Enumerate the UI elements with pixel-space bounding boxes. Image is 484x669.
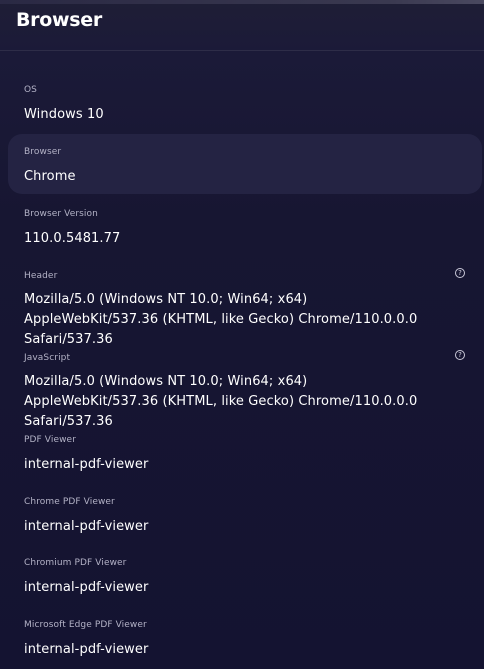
field-label: Browser bbox=[24, 147, 62, 157]
field-label: OS bbox=[24, 85, 37, 95]
field-value: internal-pdf-viewer bbox=[24, 457, 149, 472]
field-chrome-pdf-viewer: Chrome PDF Viewer internal-pdf-viewer bbox=[8, 496, 482, 537]
field-value: Mozilla/5.0 (Windows NT 10.0; Win64; x64… bbox=[24, 292, 418, 347]
field-value: Chrome bbox=[24, 169, 76, 184]
field-label: PDF Viewer bbox=[24, 435, 76, 445]
field-browser-version: Browser Version 110.0.5481.77 bbox=[8, 208, 482, 249]
field-value: internal-pdf-viewer bbox=[24, 519, 149, 534]
field-header: Header ? Mozilla/5.0 (Windows NT 10.0; W… bbox=[8, 268, 482, 350]
field-os: OS Windows 10 bbox=[8, 84, 482, 125]
field-label: Header bbox=[24, 271, 58, 281]
field-javascript: JavaScript ? Mozilla/5.0 (Windows NT 10.… bbox=[8, 350, 482, 432]
field-label: JavaScript bbox=[24, 353, 71, 363]
field-value: internal-pdf-viewer bbox=[24, 580, 149, 595]
field-label: Chromium PDF Viewer bbox=[24, 558, 127, 568]
field-edge-pdf-viewer: Microsoft Edge PDF Viewer internal-pdf-v… bbox=[8, 619, 482, 660]
field-chromium-pdf-viewer: Chromium PDF Viewer internal-pdf-viewer bbox=[8, 557, 482, 598]
help-icon[interactable]: ? bbox=[455, 268, 465, 278]
panel-header: Browser bbox=[0, 0, 484, 51]
field-value: Windows 10 bbox=[24, 107, 104, 122]
field-pdf-viewer: PDF Viewer internal-pdf-viewer bbox=[8, 434, 482, 475]
field-label: Chrome PDF Viewer bbox=[24, 497, 115, 507]
field-label: Browser Version bbox=[24, 209, 98, 219]
field-value: 110.0.5481.77 bbox=[24, 231, 121, 246]
field-value: internal-pdf-viewer bbox=[24, 642, 149, 657]
panel-title: Browser bbox=[16, 9, 102, 31]
field-browser[interactable]: Browser Chrome bbox=[8, 134, 482, 194]
field-label: Microsoft Edge PDF Viewer bbox=[24, 620, 147, 630]
help-icon[interactable]: ? bbox=[455, 350, 465, 360]
field-value: Mozilla/5.0 (Windows NT 10.0; Win64; x64… bbox=[24, 374, 418, 429]
